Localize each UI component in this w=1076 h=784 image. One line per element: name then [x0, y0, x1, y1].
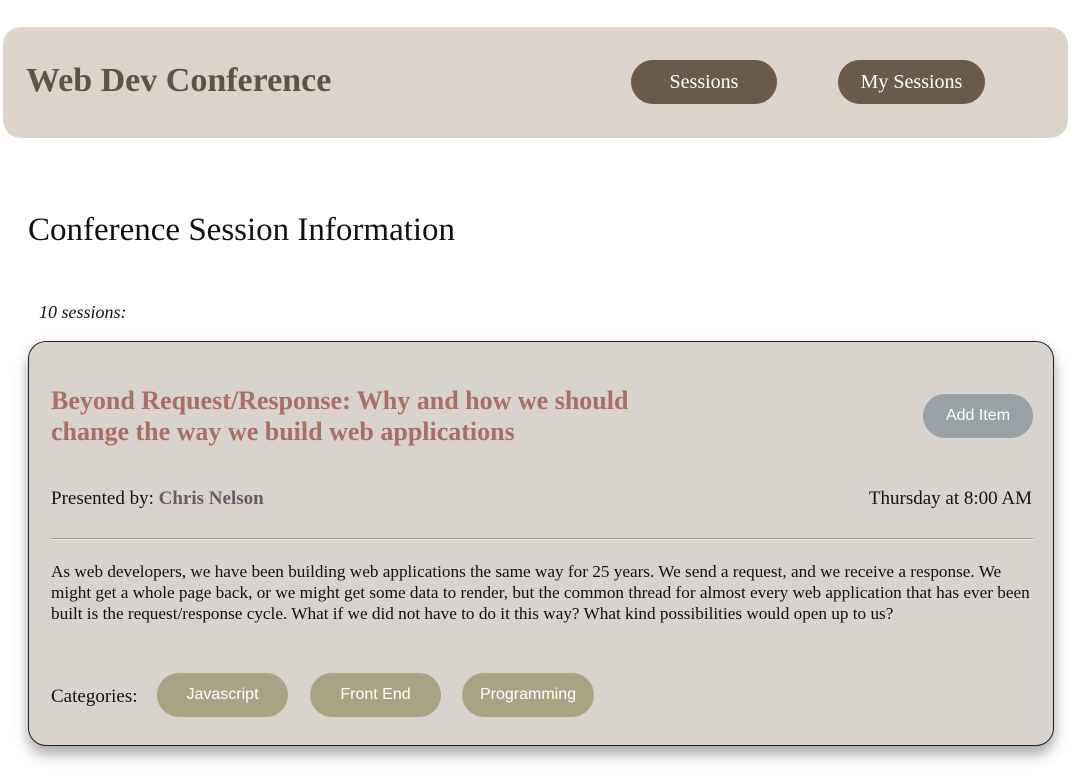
sessions-nav-button[interactable]: Sessions — [631, 60, 777, 104]
category-tag-javascript: Javascript — [157, 673, 288, 717]
session-card: Beyond Request/Response: Why and how we … — [28, 341, 1054, 746]
divider — [51, 538, 1033, 540]
category-tag-programming: Programming — [462, 673, 594, 717]
session-title: Beyond Request/Response: Why and how we … — [51, 386, 629, 446]
site-header: Web Dev Conference Sessions My Sessions — [3, 27, 1068, 138]
categories-label: Categories: — [51, 686, 138, 707]
presenter-row: Presented by: Chris Nelson — [51, 487, 264, 511]
session-count: 10 sessions: — [39, 302, 127, 322]
category-tag-front-end: Front End — [310, 673, 441, 717]
presenter-label: Presented by: — [51, 488, 154, 509]
page-title: Conference Session Information — [28, 212, 456, 248]
presenter-name: Chris Nelson — [158, 488, 264, 509]
my-sessions-nav-button[interactable]: My Sessions — [838, 60, 985, 104]
add-item-button[interactable]: Add Item — [923, 394, 1033, 438]
session-description: As web developers, we have been building… — [51, 562, 1030, 623]
session-time: Thursday at 8:00 AM — [868, 488, 1032, 509]
site-title: Web Dev Conference — [26, 62, 332, 99]
